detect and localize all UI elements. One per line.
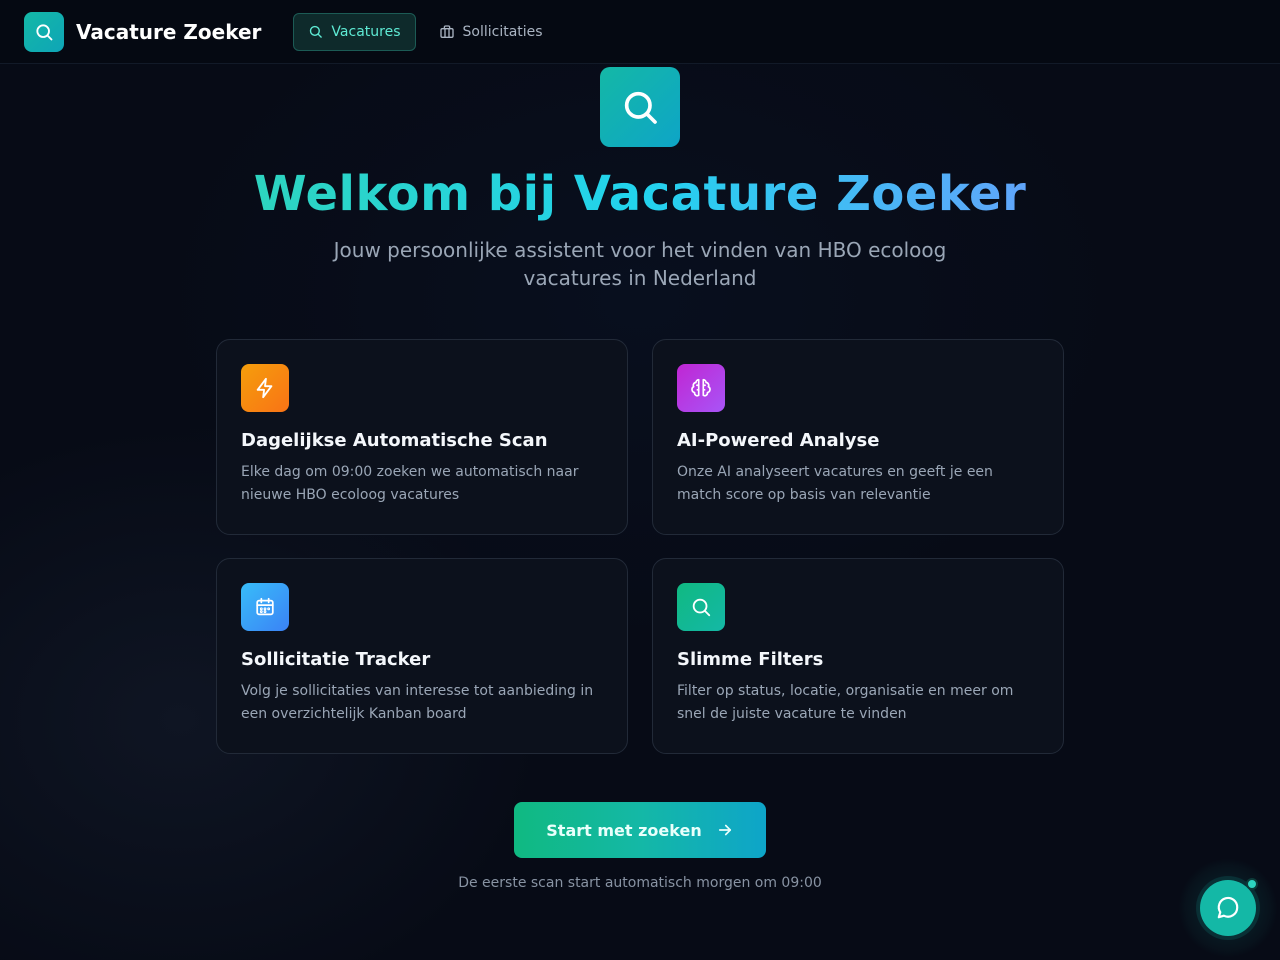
top-navigation-bar: Vacature Zoeker Vacatures Sollicitaties bbox=[0, 0, 1280, 64]
page-title: Welkom bij Vacature Zoeker bbox=[0, 166, 1280, 222]
start-search-label: Start met zoeken bbox=[546, 820, 702, 840]
app-brand-title: Vacature Zoeker bbox=[76, 19, 262, 44]
hero-icon-tile bbox=[600, 67, 680, 147]
feature-icon-tile bbox=[241, 583, 289, 631]
main-nav: Vacatures Sollicitaties bbox=[293, 12, 558, 51]
feature-icon-tile bbox=[677, 364, 725, 412]
feature-title: Sollicitatie Tracker bbox=[241, 649, 431, 670]
feature-description: Onze AI analyseert vacatures en geeft je… bbox=[677, 464, 993, 503]
search-icon bbox=[692, 598, 711, 617]
briefcase-icon bbox=[439, 24, 454, 38]
feature-description: Filter op status, locatie, organisatie e… bbox=[677, 683, 1014, 722]
feature-title: Dagelijkse Automatische Scan bbox=[241, 430, 548, 451]
chat-bubble-icon bbox=[1217, 896, 1239, 919]
lightning-icon bbox=[256, 377, 273, 399]
nav-tab-label: Vacatures bbox=[331, 23, 401, 40]
feature-card-ai: AI-Powered Analyse Onze AI analyseert va… bbox=[652, 339, 1064, 535]
feature-description: Volg je sollicitaties van interesse tot … bbox=[241, 683, 594, 722]
arrow-right-icon bbox=[718, 824, 731, 836]
search-icon bbox=[36, 23, 53, 40]
feature-title: Slimme Filters bbox=[677, 649, 824, 670]
page-title-text: Welkom bij Vacature Zoeker bbox=[253, 166, 1027, 222]
feature-icon-tile bbox=[241, 364, 289, 412]
chat-notification-dot bbox=[1246, 878, 1258, 890]
nav-tab-label: Sollicitaties bbox=[462, 23, 543, 40]
feature-card-scan: Dagelijkse Automatische Scan Elke dag om… bbox=[216, 339, 628, 535]
calendar-icon bbox=[256, 597, 274, 616]
brain-icon bbox=[691, 378, 711, 397]
page-subtitle: Jouw persoonlijke assistent voor het vin… bbox=[333, 238, 947, 290]
scan-schedule-note: De eerste scan start automatisch morgen … bbox=[458, 875, 822, 891]
search-icon bbox=[624, 91, 657, 124]
feature-title: AI-Powered Analyse bbox=[677, 430, 880, 451]
feature-card-tracker: Sollicitatie Tracker Volg je sollicitati… bbox=[216, 558, 628, 754]
start-search-button[interactable]: Start met zoeken bbox=[514, 802, 766, 858]
nav-tab-vacatures[interactable]: Vacatures bbox=[293, 12, 416, 51]
app-logo[interactable] bbox=[24, 11, 64, 52]
feature-description: Elke dag om 09:00 zoeken we automatisch … bbox=[241, 464, 579, 503]
feature-icon-tile bbox=[677, 583, 725, 631]
search-icon bbox=[310, 25, 323, 38]
feature-card-filters: Slimme Filters Filter op status, locatie… bbox=[652, 558, 1064, 754]
nav-tab-sollicitaties[interactable]: Sollicitaties bbox=[424, 13, 558, 51]
